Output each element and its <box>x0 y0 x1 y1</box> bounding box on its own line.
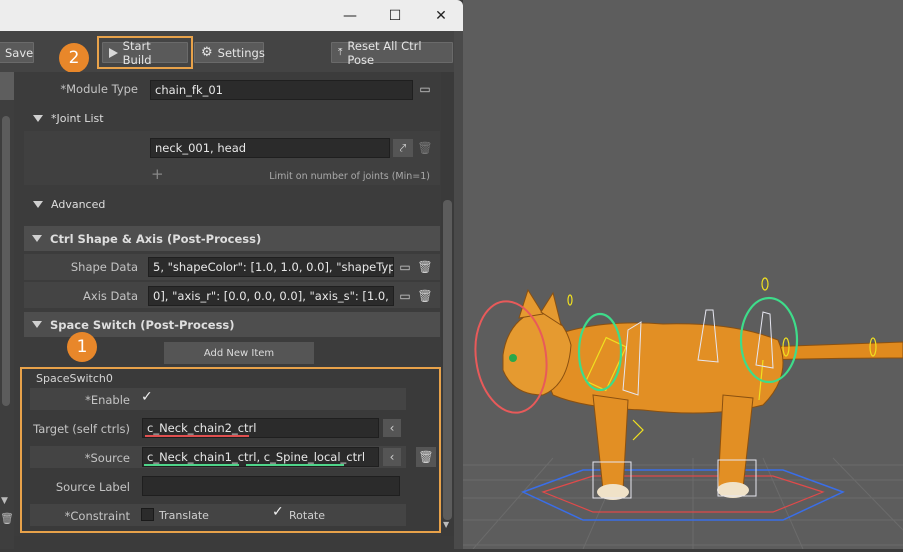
gear-icon: ⚙ <box>201 45 213 60</box>
space-switch-title: Space Switch (Post-Process) <box>50 317 235 332</box>
translate-checkbox[interactable] <box>141 508 154 521</box>
source-label-field[interactable] <box>142 476 400 496</box>
module-type-browse-icon[interactable]: ▭ <box>416 80 434 98</box>
maximize-icon: ☐ <box>388 7 402 24</box>
cat-ear-left <box>518 288 544 319</box>
translate-label: Translate <box>159 509 209 522</box>
joint-limit-note: Limit on number of joints (Min=1) <box>269 171 430 182</box>
shape-data-label: Shape Data <box>70 260 138 274</box>
window-right-edge <box>454 31 463 549</box>
minimize-button[interactable]: — <box>327 0 373 31</box>
callout-step-2-label: 2 <box>68 48 80 68</box>
advanced-title: Advanced <box>51 198 106 211</box>
start-build-label: Start Build <box>122 38 152 67</box>
collapse-triangle-icon <box>33 115 43 122</box>
start-build-button[interactable]: Start Build <box>102 39 188 67</box>
play-icon <box>109 47 118 58</box>
constraint-label: *Constraint <box>64 509 130 523</box>
collapse-triangle-icon <box>32 321 42 328</box>
axis-data-browse-icon[interactable]: ▭ <box>396 287 414 305</box>
joint-list-header[interactable]: *Joint List <box>33 112 104 125</box>
source-label: *Source <box>84 451 130 465</box>
left-scroll-header <box>0 72 14 100</box>
callout-step-2: 2 <box>59 43 89 73</box>
add-joint-plus-icon[interactable]: + <box>151 165 164 183</box>
target-underline <box>145 435 249 437</box>
rotate-checkbox[interactable]: ✓ <box>272 504 284 520</box>
joint-list-trash-icon[interactable]: 🗑 <box>416 139 434 157</box>
settings-button[interactable]: ⚙ Settings <box>194 42 265 63</box>
target-label: Target (self ctrls) <box>33 422 130 436</box>
callout-step-1: 1 <box>67 332 97 362</box>
joint-list-title: *Joint List <box>51 112 104 125</box>
axis-data-trash-icon[interactable]: 🗑 <box>416 287 434 305</box>
left-scroll-down-icon[interactable]: ▼ <box>1 496 8 506</box>
reset-icon: ⤒ <box>338 47 343 58</box>
collapse-triangle-icon <box>32 235 42 242</box>
add-new-item-button[interactable]: Add New Item <box>164 342 314 364</box>
source-trash-icon[interactable]: 🗑 <box>416 447 436 467</box>
source-pick-icon[interactable]: ‹ <box>383 448 401 466</box>
save-label: Save <box>5 45 34 60</box>
reset-label: Reset All Ctrl Pose <box>347 38 422 67</box>
close-button[interactable]: ✕ <box>418 0 464 31</box>
callout-step-1-label: 1 <box>76 337 88 357</box>
collapse-triangle-icon <box>33 201 43 208</box>
joint-list-field[interactable]: neck_001, head <box>150 138 390 158</box>
advanced-header[interactable]: Advanced <box>33 198 105 211</box>
cat-tail <box>762 341 903 361</box>
panel-scrollbar-thumb[interactable] <box>443 200 452 520</box>
maximize-button[interactable]: ☐ <box>372 0 418 31</box>
rotate-label: Rotate <box>289 509 326 522</box>
ctrl-shape-section-header[interactable]: Ctrl Shape & Axis (Post-Process) <box>24 226 440 251</box>
settings-label: Settings <box>217 45 265 60</box>
module-type-label: *Module Type <box>60 82 138 96</box>
enable-checkbox[interactable]: ✓ <box>141 389 153 405</box>
cat-rig-scene <box>463 277 903 550</box>
source-underline-2 <box>246 464 344 466</box>
cat-eye <box>509 354 517 362</box>
enable-label: *Enable <box>85 393 130 407</box>
target-pick-icon[interactable]: ‹ <box>383 419 401 437</box>
joint-pick-icon[interactable]: ⤤ <box>393 139 413 157</box>
panel-scroll-down-icon[interactable]: ▼ <box>443 520 449 529</box>
ctrl-shape-title: Ctrl Shape & Axis (Post-Process) <box>50 231 262 246</box>
cat-back-leg <box>717 394 754 489</box>
axis-data-label: Axis Data <box>83 289 138 303</box>
left-scrollbar-thumb[interactable] <box>2 116 10 406</box>
shape-data-field[interactable]: 5, "shapeColor": [1.0, 1.0, 0.0], "shape… <box>148 257 394 277</box>
axis-data-field[interactable]: 0], "axis_r": [0.0, 0.0, 0.0], "axis_s":… <box>148 286 394 306</box>
shape-data-trash-icon[interactable]: 🗑 <box>416 258 434 276</box>
root-offset-ctrl-shape <box>541 475 825 513</box>
ground-grid <box>463 457 903 550</box>
shape-data-browse-icon[interactable]: ▭ <box>396 258 414 276</box>
save-button[interactable]: Save <box>0 42 34 63</box>
minimize-icon: — <box>343 7 357 24</box>
source-label-label: Source Label <box>55 480 130 494</box>
left-trash-icon[interactable]: 🗑 <box>0 512 14 525</box>
3d-viewport[interactable] <box>463 0 903 550</box>
source-underline-1 <box>144 464 239 466</box>
space-switch-group-title: SpaceSwitch0 <box>36 372 113 385</box>
close-icon: ✕ <box>435 7 447 24</box>
reset-all-ctrl-pose-button[interactable]: ⤒ Reset All Ctrl Pose <box>331 39 453 67</box>
module-type-field[interactable]: chain_fk_01 <box>150 80 413 100</box>
